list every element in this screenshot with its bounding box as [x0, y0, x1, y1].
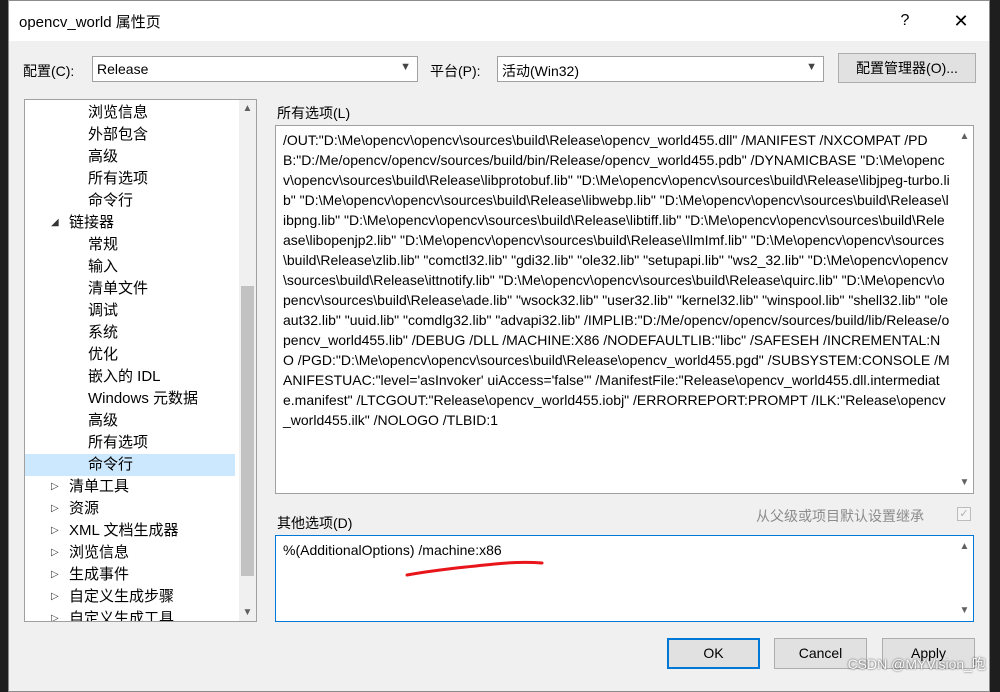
- scroll-thumb[interactable]: [241, 286, 254, 576]
- all-options-label: 所有选项(L): [277, 105, 351, 121]
- tree-item[interactable]: 外部包含: [25, 124, 235, 146]
- tree-item-label: 生成事件: [69, 566, 130, 583]
- tree-item[interactable]: 输入: [25, 256, 235, 278]
- configuration-select[interactable]: Release ▼: [92, 56, 418, 82]
- tree-item[interactable]: ▷ 生成事件: [25, 564, 235, 586]
- collapsed-arrow-icon[interactable]: ▷: [51, 498, 59, 520]
- tree-item[interactable]: ▷ 清单工具: [25, 476, 235, 498]
- collapsed-arrow-icon[interactable]: ▷: [51, 542, 59, 564]
- tree-item-label: 资源: [69, 500, 100, 517]
- tree-item[interactable]: 高级: [25, 146, 235, 168]
- ok-button[interactable]: OK: [667, 638, 760, 669]
- property-pages-dialog: opencv_world 属性页 ? ✕ 配置(C): Release ▼ 平台…: [8, 0, 990, 692]
- tree-item[interactable]: 系统: [25, 322, 235, 344]
- tree-item-label: 高级: [88, 148, 119, 165]
- tree-item[interactable]: 调试: [25, 300, 235, 322]
- tree-item-label: Windows 元数据: [88, 390, 199, 407]
- chevron-down-icon: ▼: [400, 61, 411, 73]
- tree-item[interactable]: 高级: [25, 410, 235, 432]
- tree-item-label: 输入: [88, 258, 119, 275]
- platform-value: 活动(Win32): [502, 63, 580, 79]
- tree-item[interactable]: ▷ 资源: [25, 498, 235, 520]
- tree-item-label: 链接器: [69, 214, 115, 231]
- other-options-scrollbar[interactable]: ▲ ▼: [956, 536, 973, 621]
- tree-item-label: 自定义生成步骤: [69, 588, 175, 605]
- tree-item[interactable]: 浏览信息: [25, 102, 235, 124]
- scroll-down-arrow-icon[interactable]: ▼: [956, 602, 973, 619]
- configuration-manager-button[interactable]: 配置管理器(O)...: [838, 53, 976, 83]
- tree-item[interactable]: ▷ XML 文档生成器: [25, 520, 235, 542]
- window-title: opencv_world 属性页: [19, 14, 161, 31]
- tree-scrollbar[interactable]: ▲ ▼: [239, 100, 256, 621]
- collapsed-arrow-icon[interactable]: ▷: [51, 520, 59, 542]
- tree-item-label: 自定义生成工具: [69, 610, 175, 622]
- scroll-down-arrow-icon[interactable]: ▼: [239, 604, 256, 621]
- tree-item-label: XML 文档生成器: [69, 522, 179, 539]
- other-options-label: 其他选项(D): [277, 515, 353, 531]
- collapsed-arrow-icon[interactable]: ▷: [51, 608, 59, 621]
- platform-label: 平台(P):: [430, 63, 481, 79]
- other-options-input[interactable]: %(AdditionalOptions) /machine:x86 ▲ ▼: [275, 535, 974, 622]
- tree-item[interactable]: Windows 元数据: [25, 388, 235, 410]
- scroll-up-arrow-icon[interactable]: ▲: [239, 100, 256, 117]
- configuration-label: 配置(C):: [23, 63, 75, 79]
- title-bar: opencv_world 属性页 ? ✕: [9, 1, 989, 41]
- tree-item[interactable]: 所有选项: [25, 432, 235, 454]
- tree-item[interactable]: 所有选项: [25, 168, 235, 190]
- tree-item-label: 浏览信息: [69, 544, 130, 561]
- other-options-value: %(AdditionalOptions) /machine:x86: [283, 542, 502, 558]
- scroll-up-arrow-icon[interactable]: ▲: [956, 538, 973, 555]
- tree-item-label: 清单文件: [88, 280, 149, 297]
- all-options-text: /OUT:"D:\Me\opencv\opencv\sources\build\…: [283, 132, 950, 428]
- tree-item[interactable]: ▷ 自定义生成步骤: [25, 586, 235, 608]
- watermark: CSDN @MYVision_咆: [847, 656, 986, 672]
- tree-item-label: 调试: [88, 302, 119, 319]
- tree-item[interactable]: ▷ 浏览信息: [25, 542, 235, 564]
- tree-item-label: 浏览信息: [88, 104, 149, 121]
- tree-item-label: 常规: [88, 236, 119, 253]
- tree-item[interactable]: 嵌入的 IDL: [25, 366, 235, 388]
- chevron-down-icon: ▼: [806, 61, 817, 73]
- tree-item-label: 所有选项: [88, 170, 149, 187]
- scroll-up-arrow-icon[interactable]: ▲: [956, 128, 973, 145]
- close-button[interactable]: ✕: [939, 7, 983, 35]
- tree-item[interactable]: 命令行: [25, 454, 235, 476]
- tree-item-label: 所有选项: [88, 434, 149, 451]
- tree-item[interactable]: ▷ 自定义生成工具: [25, 608, 235, 622]
- red-underline-annotation: [405, 560, 544, 577]
- tree-item-label: 清单工具: [69, 478, 130, 495]
- settings-tree: 浏览信息 外部包含 高级 所有选项 命令行 ◢ 链接器 常规 输入 清单文件 调试 系统 优化 嵌入的 I…: [24, 99, 257, 622]
- collapsed-arrow-icon[interactable]: ▷: [51, 586, 59, 608]
- background-editor-right: [990, 0, 1000, 692]
- all-options-scrollbar[interactable]: ▲ ▼: [956, 126, 973, 493]
- all-options-textbox[interactable]: /OUT:"D:\Me\opencv\opencv\sources\build\…: [275, 125, 974, 494]
- tree-item[interactable]: 优化: [25, 344, 235, 366]
- help-button[interactable]: ?: [885, 7, 925, 35]
- tree-item[interactable]: ◢ 链接器: [25, 212, 235, 234]
- expanded-arrow-icon[interactable]: ◢: [51, 212, 59, 234]
- background-editor-left: [0, 0, 8, 692]
- tree-item-label: 优化: [88, 346, 119, 363]
- tree-item-label: 命令行: [88, 456, 134, 473]
- collapsed-arrow-icon[interactable]: ▷: [51, 476, 59, 498]
- configuration-value: Release: [97, 61, 149, 77]
- tree-item[interactable]: 常规: [25, 234, 235, 256]
- scroll-down-arrow-icon[interactable]: ▼: [956, 474, 973, 491]
- tree-item-label: 系统: [88, 324, 119, 341]
- tree-item[interactable]: 命令行: [25, 190, 235, 212]
- tree-item[interactable]: 清单文件: [25, 278, 235, 300]
- tree-item-label: 高级: [88, 412, 119, 429]
- inherit-label: 从父级或项目默认设置继承: [756, 508, 924, 524]
- collapsed-arrow-icon[interactable]: ▷: [51, 564, 59, 586]
- tree-item-label: 嵌入的 IDL: [88, 368, 161, 385]
- inherit-checkbox[interactable]: ✓: [957, 507, 971, 521]
- tree-item-label: 命令行: [88, 192, 134, 209]
- tree-item-label: 外部包含: [88, 126, 149, 143]
- platform-select[interactable]: 活动(Win32) ▼: [497, 56, 824, 82]
